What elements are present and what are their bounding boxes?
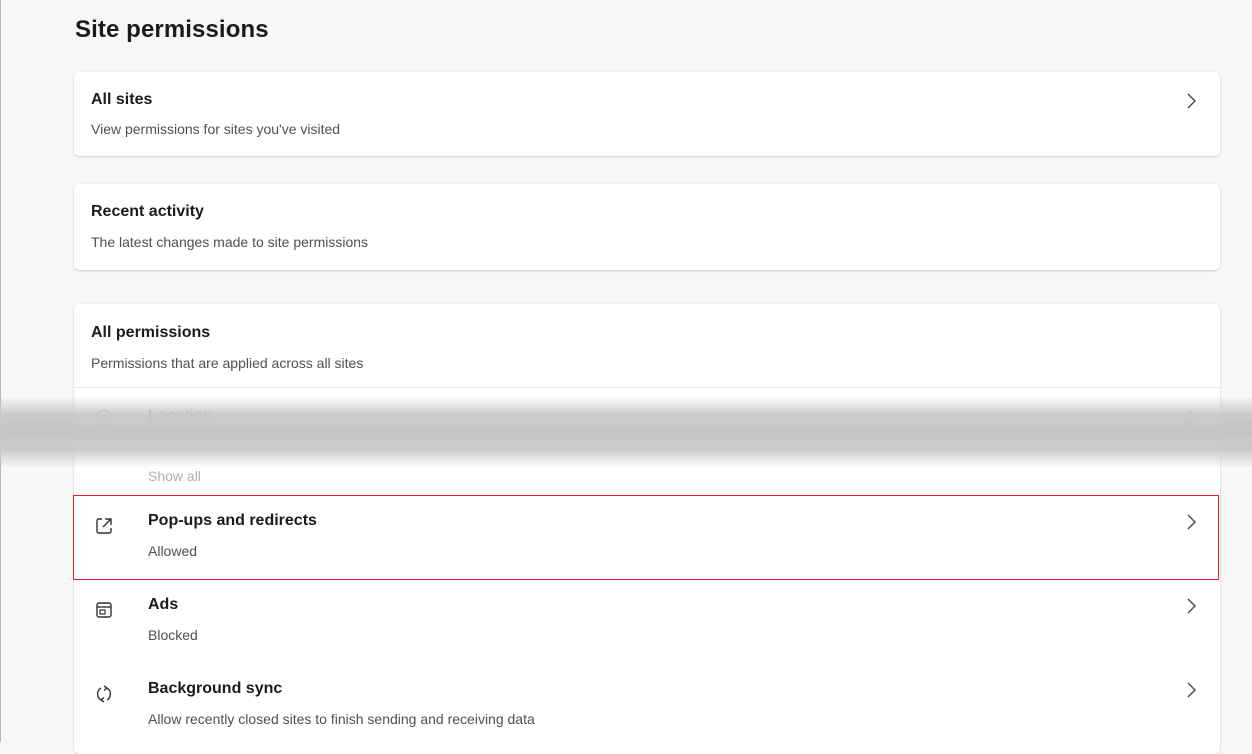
permission-status: Blocked bbox=[148, 627, 198, 643]
permission-row-ads[interactable]: Ads Blocked bbox=[74, 580, 1220, 664]
ads-icon bbox=[94, 600, 114, 620]
chevron-right-icon bbox=[1184, 681, 1198, 699]
permission-label: Background sync bbox=[148, 680, 283, 697]
permission-label: Location bbox=[148, 406, 213, 425]
recent-activity-card: Recent activity The latest changes made … bbox=[74, 184, 1220, 270]
chevron-right-icon bbox=[1184, 408, 1198, 426]
recent-activity-title: Recent activity bbox=[91, 203, 204, 220]
highlight-box bbox=[73, 495, 1219, 580]
location-icon bbox=[94, 408, 114, 428]
chevron-right-icon bbox=[1184, 92, 1198, 110]
window-left-border bbox=[0, 0, 1, 742]
sync-icon bbox=[94, 684, 114, 704]
page-title: Site permissions bbox=[75, 16, 269, 43]
divider bbox=[74, 387, 1220, 388]
all-permissions-subtitle: Permissions that are applied across all … bbox=[91, 355, 364, 371]
chevron-right-icon bbox=[1184, 597, 1198, 615]
permission-label: Ads bbox=[148, 596, 179, 613]
all-sites-card[interactable]: All sites View permissions for sites you… bbox=[74, 72, 1220, 156]
permission-row-location[interactable]: Location Show all bbox=[74, 396, 1220, 484]
permission-status: Allow recently closed sites to finish se… bbox=[148, 711, 535, 727]
all-sites-subtitle: View permissions for sites you've visite… bbox=[91, 121, 341, 137]
permission-row-background-sync[interactable]: Background sync Allow recently closed si… bbox=[74, 664, 1220, 748]
all-sites-title: All sites bbox=[91, 91, 153, 108]
all-permissions-title: All permissions bbox=[91, 324, 211, 341]
recent-activity-subtitle: The latest changes made to site permissi… bbox=[91, 234, 369, 250]
permission-status: Show all bbox=[148, 468, 201, 484]
